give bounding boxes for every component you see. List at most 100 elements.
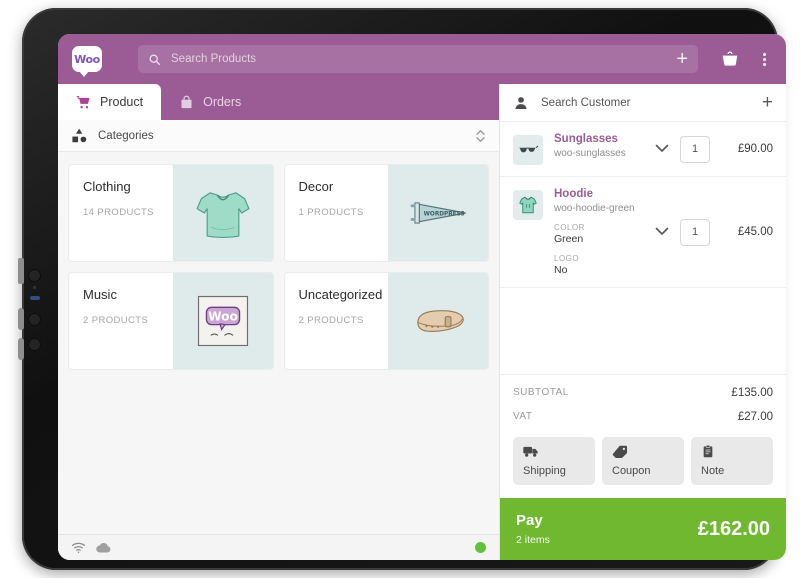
note-label: Note <box>701 465 725 477</box>
cart-item-details: Sunglasses woo-sunglasses <box>554 133 655 159</box>
app-header: Woo + <box>58 34 786 84</box>
category-name: Decor <box>298 179 334 194</box>
category-thumbnail-decor: WORDPRESS <box>388 165 488 261</box>
bezel-port-bottom <box>28 338 41 351</box>
cart-items-list: Sunglasses woo-sunglasses £90.00 <box>500 122 786 374</box>
search-customer-input[interactable] <box>541 96 762 109</box>
categories-header: Categories <box>58 120 499 152</box>
tab-product[interactable]: Product <box>58 84 162 120</box>
cart-item-controls: £90.00 <box>655 135 773 163</box>
category-thumbnail-clothing <box>172 165 273 261</box>
shipping-button[interactable]: Shipping <box>513 437 595 485</box>
woo-logo: Woo <box>72 46 102 77</box>
sort-updown-icon[interactable] <box>475 129 486 143</box>
attribute-label: COLOR <box>554 223 585 232</box>
pay-item-count: 2 items <box>516 534 550 546</box>
attribute-value: Green <box>554 233 584 245</box>
more-vertical-icon <box>762 62 766 66</box>
cart-item-title[interactable]: Hoodie <box>554 188 655 200</box>
product-search-bar[interactable]: + <box>138 45 698 73</box>
pay-text-group: Pay 2 items <box>516 512 550 546</box>
categories-title: Categories <box>98 129 154 142</box>
online-status-dot <box>475 542 486 553</box>
vat-row: VAT £27.00 <box>513 411 773 423</box>
category-info: Decor 1 PRODUCTS <box>285 165 389 261</box>
pay-button[interactable]: Pay 2 items £162.00 <box>500 498 786 560</box>
tablet-screen: Woo + <box>58 34 786 560</box>
category-card-clothing[interactable]: Clothing 14 PRODUCTS <box>68 164 274 262</box>
add-customer-button[interactable]: + <box>762 93 773 112</box>
power-button[interactable] <box>18 258 24 284</box>
tab-orders[interactable]: Orders <box>161 84 259 120</box>
cart-item-title[interactable]: Sunglasses <box>554 133 655 145</box>
subtotal-row: SUBTOTAL £135.00 <box>513 387 773 399</box>
cart-item-hoodie[interactable]: Hoodie woo-hoodie-green COLOR Green LOGO… <box>500 177 786 288</box>
order-totals: SUBTOTAL £135.00 VAT £27.00 <box>500 374 786 435</box>
category-grid: Clothing 14 PRODUCTS Decor 1 PRODUCTS WO… <box>58 152 499 534</box>
category-name: Music <box>83 287 117 302</box>
cart-item-thumbnail <box>513 190 543 220</box>
cart-item-sku: woo-sunglasses <box>554 148 626 159</box>
cart-item-attribute-logo: LOGO No <box>554 254 655 276</box>
chevron-down-icon[interactable] <box>655 140 669 158</box>
add-product-button[interactable]: + <box>676 49 688 69</box>
bezel-port-mid <box>28 313 41 326</box>
tab-orders-label: Orders <box>203 95 242 109</box>
category-info: Clothing 14 PRODUCTS <box>69 165 173 261</box>
note-button[interactable]: Note <box>691 437 773 485</box>
coupon-button[interactable]: Coupon <box>602 437 684 485</box>
pay-amount: £162.00 <box>697 517 770 540</box>
search-products-input[interactable] <box>171 53 677 65</box>
category-product-count: 1 PRODUCTS <box>298 207 364 218</box>
customer-search-row[interactable]: + <box>500 84 786 122</box>
pennant-image: WORDPRESS <box>410 202 466 224</box>
category-info: Music 2 PRODUCTS <box>69 273 173 369</box>
more-vertical-icon <box>762 52 766 56</box>
shopping-cart-icon <box>76 95 90 108</box>
shopping-basket-icon <box>722 51 738 66</box>
woo-album-image: Woo <box>197 295 248 347</box>
shipping-label: Shipping <box>523 465 566 477</box>
category-thumbnail-music: Woo <box>172 273 273 369</box>
coupon-label: Coupon <box>612 465 651 477</box>
category-card-music[interactable]: Music 2 PRODUCTS Woo <box>68 272 274 370</box>
pay-label: Pay <box>516 512 543 529</box>
tag-icon <box>612 445 628 461</box>
more-vertical-icon <box>762 57 766 61</box>
vat-label: VAT <box>513 411 533 422</box>
cart-item-sku: woo-hoodie-green <box>554 203 635 214</box>
truck-icon <box>523 446 538 457</box>
category-name: Clothing <box>83 179 131 194</box>
products-panel: Product Orders Categories Clothing 14 PR… <box>58 84 500 560</box>
sunglasses-image <box>518 145 539 153</box>
bezel-pin <box>33 286 36 289</box>
cart-item-price: £90.00 <box>737 143 773 155</box>
category-info: Uncategorized 2 PRODUCTS <box>285 273 389 369</box>
wifi-icon <box>71 542 86 553</box>
volume-down-button[interactable] <box>18 338 24 360</box>
quantity-stepper[interactable] <box>680 135 710 163</box>
status-bar <box>58 534 499 560</box>
bezel-port-top <box>28 269 41 282</box>
category-product-count: 2 PRODUCTS <box>83 315 149 326</box>
volume-up-button[interactable] <box>18 308 24 330</box>
chevron-down-icon[interactable] <box>655 223 669 241</box>
cart-item-sunglasses[interactable]: Sunglasses woo-sunglasses £90.00 <box>500 122 786 177</box>
category-card-uncategorized[interactable]: Uncategorized 2 PRODUCTS <box>283 272 489 370</box>
clipboard-icon <box>703 445 713 458</box>
cart-panel: + Sungl <box>500 84 786 560</box>
belt-image <box>417 310 464 332</box>
hoodie-image <box>519 196 537 214</box>
shopping-basket-button[interactable] <box>720 49 740 69</box>
category-card-decor[interactable]: Decor 1 PRODUCTS WORDPRESS <box>283 164 489 262</box>
order-action-buttons: Shipping Coupon Note <box>500 435 786 498</box>
svg-text:Woo: Woo <box>208 309 238 323</box>
cart-item-controls: £45.00 <box>655 218 773 246</box>
more-options-button[interactable] <box>756 52 772 66</box>
search-icon <box>149 54 161 65</box>
subtotal-label: SUBTOTAL <box>513 387 569 398</box>
quantity-stepper[interactable] <box>680 218 710 246</box>
attribute-value: No <box>554 264 568 276</box>
category-product-count: 14 PRODUCTS <box>83 207 154 218</box>
category-product-count: 2 PRODUCTS <box>298 315 364 326</box>
